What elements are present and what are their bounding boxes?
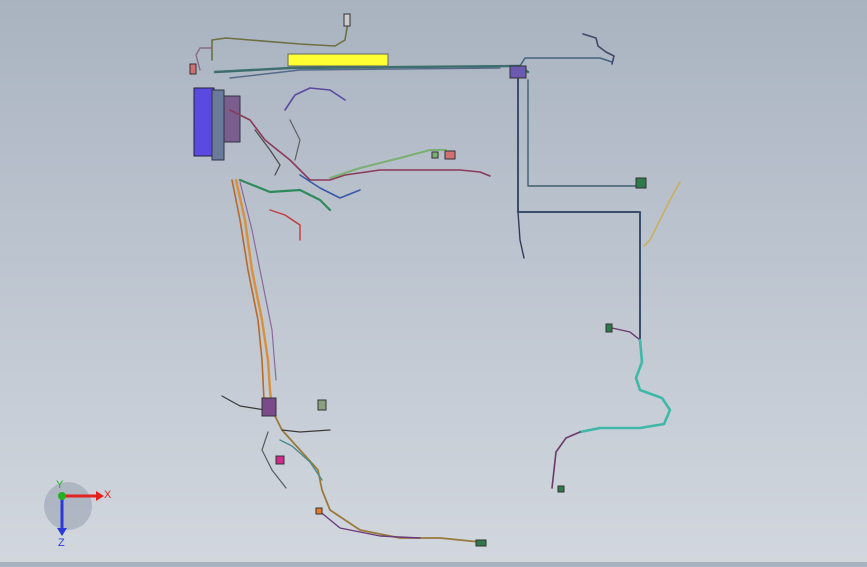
harness-lower-right-tail [551,431,581,489]
harness-cluster-green-2 [238,178,332,212]
coordinate-triad: X Y Z [44,479,112,549]
harness-teal-loop [578,338,672,434]
harness-right-purple [611,327,641,341]
harness-lower-main [271,409,481,543]
harness-cluster-red [269,209,301,241]
harness-trunk-down [234,178,274,412]
harness-lower-right-1 [281,429,331,433]
fuse-box [193,87,215,157]
harness-cluster-main [229,109,491,181]
harness-branch-top-left-loop-2 [195,47,213,71]
harness-right-vertical-2 [527,79,641,187]
triad-x-label: X [104,489,112,501]
harness-right-yellow [643,181,681,247]
triad-x-arrowhead [96,491,104,501]
harness-cluster-misc-1 [254,129,281,176]
label-bar [287,53,389,67]
connector-top-right [509,65,527,79]
triad-z-arrowhead [57,528,67,536]
wire-harness-model[interactable]: X Y Z [0,0,867,562]
harness-cluster-misc-2 [289,119,301,161]
connector-right-1 [605,323,613,333]
harness-cluster-green [329,149,447,179]
triad-z-label: Z [58,537,65,549]
connector-lower-3 [275,455,285,465]
triad-y-label: Y [56,479,64,491]
triad-y-axis-dot [58,492,66,500]
harness-lower-left-1 [221,395,266,411]
triad-sphere [44,482,92,530]
harness-right-vertical [517,77,641,341]
harness-lower-teal [279,439,323,481]
connector-lower-2 [317,399,327,411]
harness-branch-upper-right-hook [582,33,615,65]
connector-mid-right [635,177,647,189]
fuse-box-side [211,89,225,161]
cad-viewport[interactable]: X Y Z [0,0,867,562]
connector-bottom-orange [315,507,323,515]
relay-block [223,95,241,143]
harness-cluster-purple [284,87,346,111]
connector-lower-4 [475,539,487,547]
connector-top-1 [343,13,351,27]
connector-left-1 [189,63,197,75]
connector-right-2 [557,485,565,493]
connector-lower-1 [261,397,277,417]
harness-lower-purple [317,509,421,539]
connector-pink [444,150,456,160]
harness-trunk-down-3 [239,181,277,381]
harness-right-drop [517,211,525,259]
harness-branch-top-right [519,57,613,67]
connector-green-1 [431,151,439,159]
